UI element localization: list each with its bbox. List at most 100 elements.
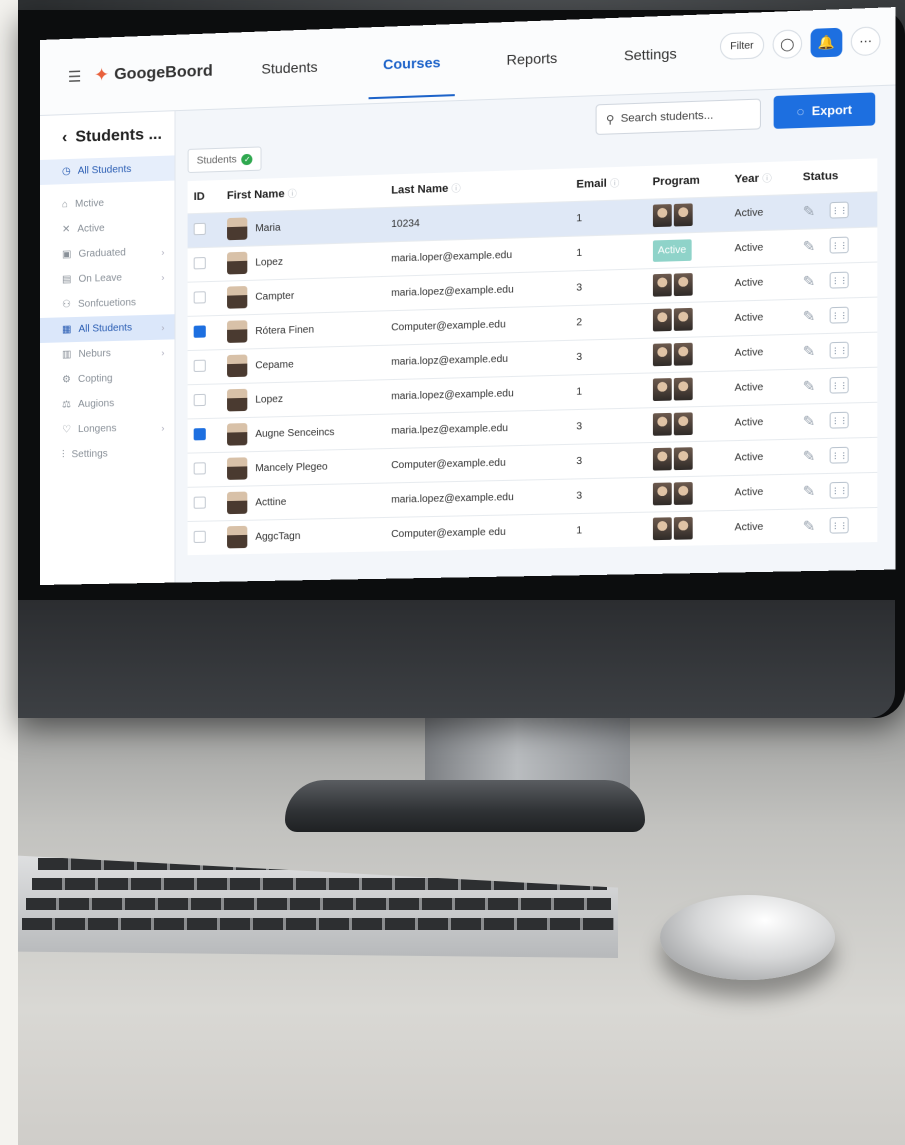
col-id[interactable]: ID — [188, 180, 221, 213]
grid-menu-icon[interactable]: ⋮⋮ — [830, 446, 850, 464]
paperclip-icon[interactable]: ✎ — [803, 272, 815, 290]
avatar — [226, 217, 248, 241]
chevron-right-icon: › — [161, 347, 165, 358]
doc-icon: ▣ — [61, 249, 72, 261]
sidebar-item-all-students-2[interactable]: ▦ All Students › — [40, 314, 175, 343]
more-icon[interactable]: ⋯ — [850, 26, 881, 57]
sidebar-item-copting[interactable]: ⚙ Copting — [40, 364, 174, 393]
program-badge: Active — [652, 238, 692, 262]
grid-menu-icon[interactable]: ⋮⋮ — [830, 481, 850, 499]
filter-chip[interactable]: Students ✓ — [187, 146, 263, 174]
sidebar-item-augions[interactable]: ⚖ Augions — [40, 390, 174, 418]
key-row — [26, 898, 611, 910]
program-photos — [652, 307, 722, 332]
paperclip-icon[interactable]: ✎ — [803, 237, 815, 255]
nav-courses[interactable]: Courses — [368, 28, 455, 99]
program-photos — [652, 517, 722, 541]
chat-icon[interactable]: ◯ — [772, 29, 803, 60]
sidebar-item-sonfcuetions[interactable]: ⚇ Sonfcuetions — [40, 289, 174, 318]
info-icon: ⓘ — [287, 188, 297, 200]
chart-icon: ⫶ — [61, 449, 65, 461]
top-actions: Filter ◯ 🔔 ⋯ — [719, 26, 881, 61]
avatar — [226, 285, 248, 309]
nav-reports[interactable]: Reports — [492, 24, 572, 94]
col-status[interactable]: Status — [796, 158, 877, 194]
info-icon: ⓘ — [610, 178, 620, 189]
main-content: ⚲ Search students... ◌ Export Students ✓… — [175, 86, 895, 584]
avatar — [226, 423, 248, 446]
search-input[interactable]: ⚲ Search students... — [595, 98, 761, 135]
monitor-stand-base — [285, 780, 645, 832]
grid-menu-icon[interactable]: ⋮⋮ — [830, 201, 850, 219]
grid-menu-icon[interactable]: ⋮⋮ — [830, 306, 850, 324]
bell-icon[interactable]: 🔔 — [810, 27, 843, 58]
paperclip-icon[interactable]: ✎ — [803, 517, 815, 535]
row-checkbox[interactable] — [193, 393, 206, 406]
row-checkbox-checked[interactable] — [193, 427, 206, 440]
row-checkbox[interactable] — [193, 359, 206, 372]
grid-menu-icon[interactable]: ⋮⋮ — [830, 236, 850, 254]
grid-menu-icon[interactable]: ⋮⋮ — [830, 271, 850, 289]
avatar — [226, 320, 248, 343]
filter-button[interactable]: Filter — [719, 31, 765, 60]
sliders-icon: ⚖ — [61, 399, 71, 411]
program-photos — [652, 272, 722, 297]
paperclip-icon[interactable]: ✎ — [803, 412, 815, 430]
monitor-screen: ☰ ✦ GoogeBoord Students Courses Reports … — [40, 7, 896, 585]
chevron-right-icon: › — [161, 322, 165, 333]
paperclip-icon[interactable]: ✎ — [803, 342, 815, 360]
row-checkbox[interactable] — [193, 256, 206, 269]
row-checkbox[interactable] — [193, 222, 206, 235]
logo-icon: ✦ — [94, 64, 110, 86]
app-logo[interactable]: ✦ GoogeBoord — [94, 61, 213, 86]
row-checkbox[interactable] — [193, 495, 206, 509]
export-button[interactable]: ◌ Export — [773, 92, 876, 129]
hamburger-icon[interactable]: ☰ — [68, 67, 82, 86]
export-icon: ◌ — [796, 104, 805, 119]
sidebar-item-longens[interactable]: ♡ Longens › — [40, 415, 174, 443]
paperclip-icon[interactable]: ✎ — [803, 447, 815, 465]
nav-students[interactable]: Students — [247, 33, 332, 103]
paperclip-icon[interactable]: ✎ — [803, 202, 815, 220]
calendar-icon: ▦ — [61, 324, 72, 336]
grid-menu-icon[interactable]: ⋮⋮ — [830, 411, 850, 429]
back-chevron-icon[interactable]: ‹ — [62, 129, 67, 147]
info-icon: ⓘ — [451, 183, 461, 194]
program-photos — [652, 447, 722, 471]
sidebar: ‹ Students ... ◷ All Students ⌂ Mctive ✕ Ac… — [40, 111, 176, 585]
grid-menu-icon[interactable]: ⋮⋮ — [830, 376, 850, 394]
people-icon: ⚇ — [61, 299, 71, 311]
row-checkbox[interactable] — [193, 461, 206, 475]
grid-menu-icon[interactable]: ⋮⋮ — [830, 341, 850, 359]
program-photos — [652, 412, 722, 436]
program-photos — [652, 377, 722, 402]
chevron-right-icon: › — [161, 246, 165, 257]
sidebar-item-settings[interactable]: ⫶ Settings — [40, 440, 174, 468]
col-program[interactable]: Program — [646, 163, 728, 198]
col-year[interactable]: Year ⓘ — [728, 161, 796, 196]
avatar — [226, 251, 248, 275]
chevron-right-icon: › — [161, 422, 165, 433]
row-checkbox[interactable] — [193, 530, 206, 543]
students-table: ID First Name ⓘ Last Name ⓘ Email ⓘ Prog… — [187, 158, 878, 556]
row-checkbox-checked[interactable] — [193, 324, 206, 338]
paperclip-icon[interactable]: ✎ — [803, 307, 815, 325]
paperclip-icon[interactable]: ✎ — [803, 377, 815, 395]
row-checkbox[interactable] — [193, 290, 206, 304]
sidebar-item-all-students[interactable]: ◷ All Students — [40, 155, 175, 185]
home-icon: ⌂ — [61, 199, 69, 211]
sidebar-item-neburs[interactable]: ▥ Neburs › — [40, 339, 174, 368]
program-photos — [652, 481, 722, 506]
paperclip-icon[interactable]: ✎ — [803, 482, 815, 500]
sidebar-item-on-leave[interactable]: ▤ On Leave › — [40, 264, 174, 293]
page-margin — [0, 0, 18, 1145]
avatar — [226, 491, 248, 515]
col-first-name[interactable]: First Name ⓘ — [221, 175, 385, 213]
col-email[interactable]: Email ⓘ — [570, 166, 646, 201]
avatar — [226, 388, 248, 412]
avatar — [226, 354, 248, 378]
monitor-chin — [18, 600, 895, 718]
grid-icon: ▥ — [61, 349, 72, 361]
grid-menu-icon[interactable]: ⋮⋮ — [830, 517, 850, 534]
nav-settings[interactable]: Settings — [609, 20, 691, 91]
